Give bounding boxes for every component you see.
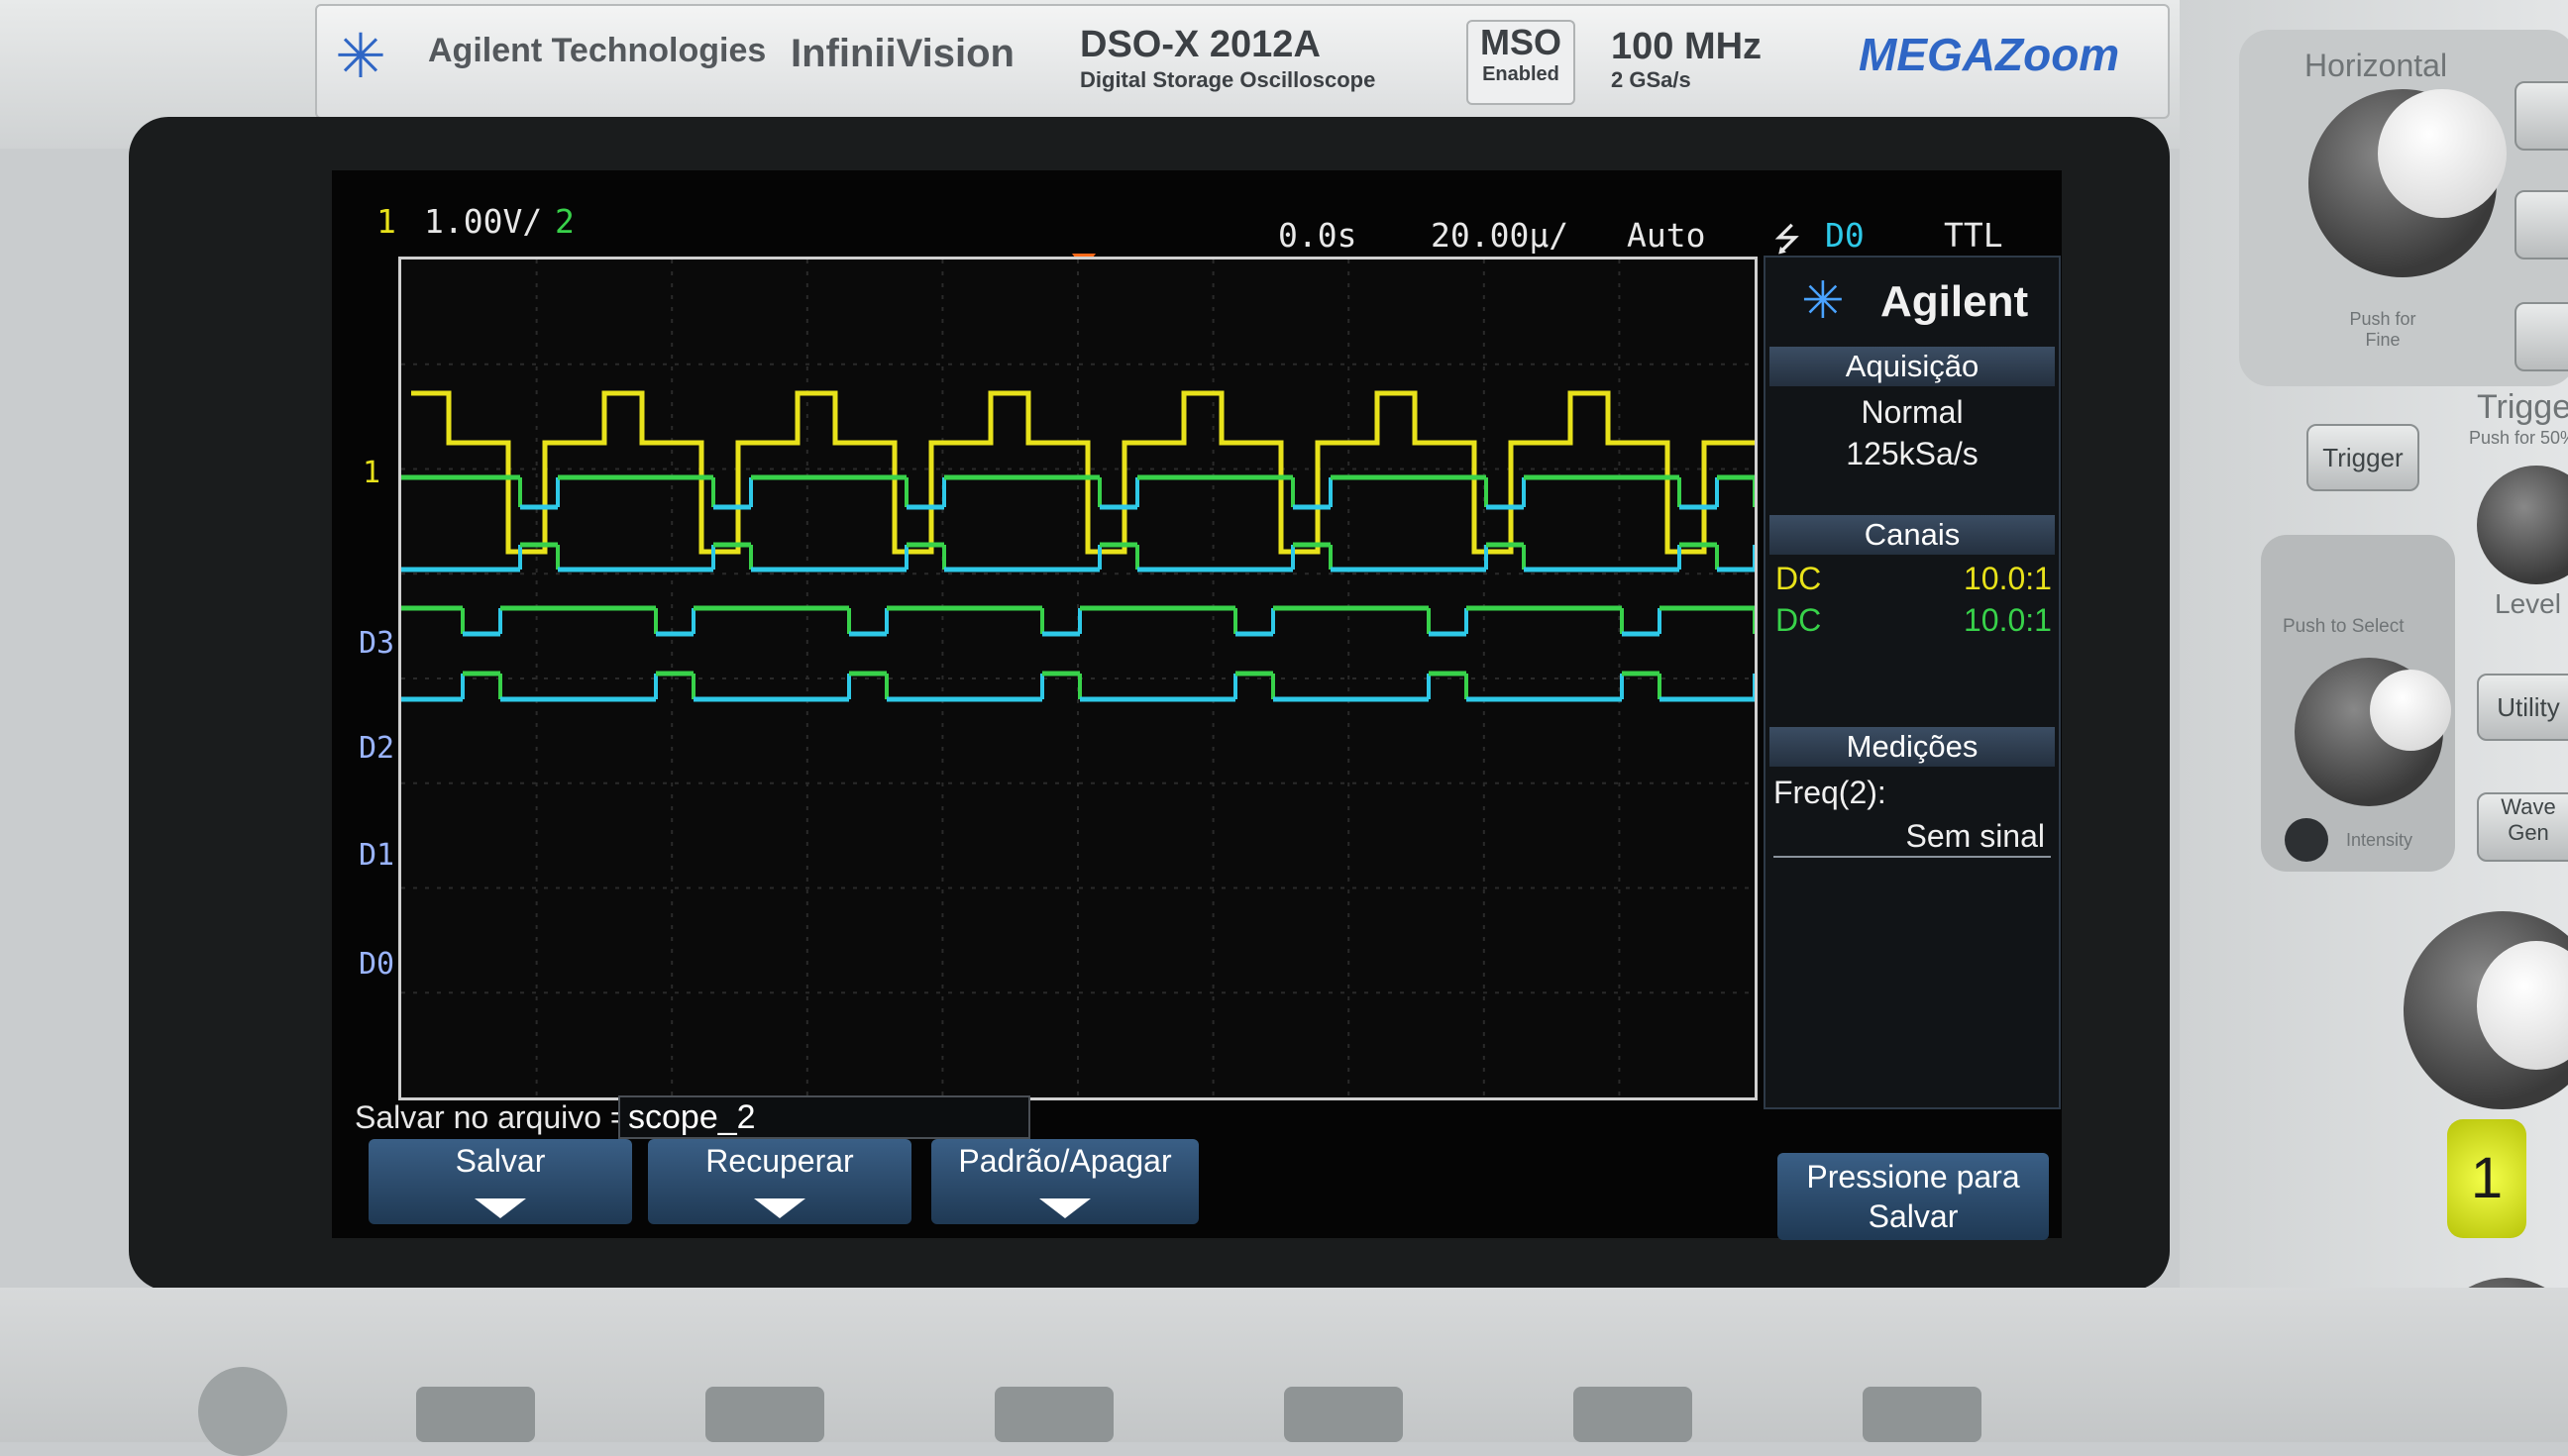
waveform-graticule[interactable] — [398, 257, 1758, 1100]
save-file-label: Salvar no arquivo = — [355, 1099, 629, 1135]
model-subtitle: Digital Storage Oscilloscope — [1080, 67, 1376, 92]
horiz-button-2[interactable] — [2514, 190, 2568, 260]
acquisition-mode: Normal — [1861, 394, 1964, 430]
d2-label: D2 — [359, 731, 395, 766]
recall-softkey-label: Recuperar — [705, 1143, 854, 1179]
default-erase-softkey-label: Padrão/Apagar — [958, 1143, 1172, 1179]
softkey-5[interactable] — [1573, 1387, 1692, 1442]
intensity-label: Intensity — [2346, 830, 2413, 850]
entry-knob-cap — [2370, 670, 2451, 751]
time-scale[interactable]: 20.00µ/ — [1431, 216, 1568, 255]
ch2-coupling: DC — [1775, 602, 1822, 638]
sidebar-logo: Agilent — [1880, 277, 2029, 326]
ch2-probe: 10.0:1 — [1964, 602, 2052, 638]
time-position[interactable]: 0.0s — [1278, 216, 1356, 255]
logic-threshold[interactable]: TTL — [1944, 216, 2003, 255]
push-50-label: Push for 50% — [2469, 428, 2568, 448]
sample-rate-label: 2 GSa/s — [1611, 67, 1691, 92]
softkey-6[interactable] — [1863, 1387, 1981, 1442]
info-sidebar: ✳ Agilent Aquisição Normal 125kSa/s Cana… — [1764, 256, 2061, 1109]
megazoom-logo: MEGAZoom — [1859, 29, 2120, 80]
recall-softkey[interactable]: Recuperar — [648, 1139, 911, 1224]
horizontal-label: Horizontal — [2304, 48, 2448, 83]
d0-label: D0 — [359, 947, 395, 982]
push-fine-label: Push for Fine — [2349, 309, 2416, 350]
push-select-label: Push to Select — [2283, 616, 2405, 637]
wave-gen-button[interactable]: Wave Gen — [2477, 792, 2568, 862]
measurement-value: Sem sinal — [1905, 818, 2046, 854]
utility-button[interactable]: Utility — [2477, 674, 2568, 741]
default-erase-softkey[interactable]: Padrão/Apagar — [931, 1139, 1199, 1224]
acquisition-rate: 125kSa/s — [1846, 436, 1979, 471]
series-name: InfiniiVision — [791, 32, 1015, 75]
waveform-canvas — [401, 260, 1755, 1097]
mso-sub-label: Enabled — [1482, 63, 1559, 85]
channels-title[interactable]: Canais — [1769, 515, 2055, 555]
level-label: Level — [2495, 588, 2561, 619]
trigger-section-label: Trigger — [2477, 388, 2568, 426]
trigger-level-knob[interactable] — [2477, 466, 2568, 584]
agilent-logo-icon: ✳ — [335, 23, 386, 91]
softkey-3[interactable] — [995, 1387, 1114, 1442]
trigger-mode[interactable]: Auto — [1627, 216, 1705, 255]
save-softkey[interactable]: Salvar — [369, 1139, 632, 1224]
mso-label: MSO — [1479, 22, 1561, 62]
down-arrow-icon — [475, 1198, 526, 1218]
trigger-source[interactable]: D0 — [1825, 216, 1865, 255]
ch1-probe: 10.0:1 — [1964, 561, 2052, 596]
channel-1-trace — [411, 390, 1755, 555]
save-softkey-label: Salvar — [455, 1143, 546, 1179]
mso-badge: MSO Enabled — [1466, 20, 1575, 105]
trigger-button[interactable]: Trigger — [2306, 424, 2419, 491]
softkey-1[interactable] — [416, 1387, 535, 1442]
measurement-name: Freq(2): — [1773, 775, 1886, 810]
bandwidth-label: 100 MHz — [1611, 26, 1763, 67]
softkey-back-button[interactable] — [198, 1367, 287, 1456]
softkey-4[interactable] — [1284, 1387, 1403, 1442]
d1-label: D1 — [359, 838, 395, 873]
softkey-2[interactable] — [705, 1387, 824, 1442]
front-control-panel: Horizontal Push for Fine Trigger Push fo… — [2180, 0, 2568, 1442]
d3-label: D3 — [359, 626, 395, 661]
horiz-button-1[interactable] — [2514, 81, 2568, 151]
horiz-button-3[interactable] — [2514, 302, 2568, 371]
model-name: DSO-X 2012A — [1080, 24, 1321, 65]
agilent-spark-icon: ✳ — [1801, 272, 1845, 330]
ch1-scale[interactable]: 1.00V/ — [424, 202, 542, 241]
ch1-coupling: DC — [1775, 561, 1822, 596]
ch2-number[interactable]: 2 — [555, 202, 575, 241]
press-to-save-softkey[interactable]: Pressione para Salvar — [1777, 1153, 2049, 1240]
intensity-button[interactable] — [2285, 818, 2328, 862]
down-arrow-icon — [1039, 1198, 1091, 1218]
ch1-number[interactable]: 1 — [376, 202, 396, 241]
measurements-title[interactable]: Medições — [1769, 727, 2055, 767]
company-name: Agilent Technologies — [428, 32, 767, 69]
horizontal-scale-knob-cap — [2378, 89, 2507, 218]
down-arrow-icon — [754, 1198, 805, 1218]
acquisition-title[interactable]: Aquisição — [1769, 347, 2055, 386]
ch1-ground-marker[interactable]: 1 — [363, 456, 380, 490]
channel-1-button[interactable]: 1 — [2447, 1119, 2526, 1238]
brand-strip: ✳ Agilent Technologies InfiniiVision DSO… — [315, 4, 2170, 119]
press-to-save-label: Pressione para Salvar — [1806, 1159, 2020, 1234]
measurement-divider — [1773, 856, 2051, 858]
save-file-name-field[interactable]: scope_2 — [618, 1095, 1030, 1139]
